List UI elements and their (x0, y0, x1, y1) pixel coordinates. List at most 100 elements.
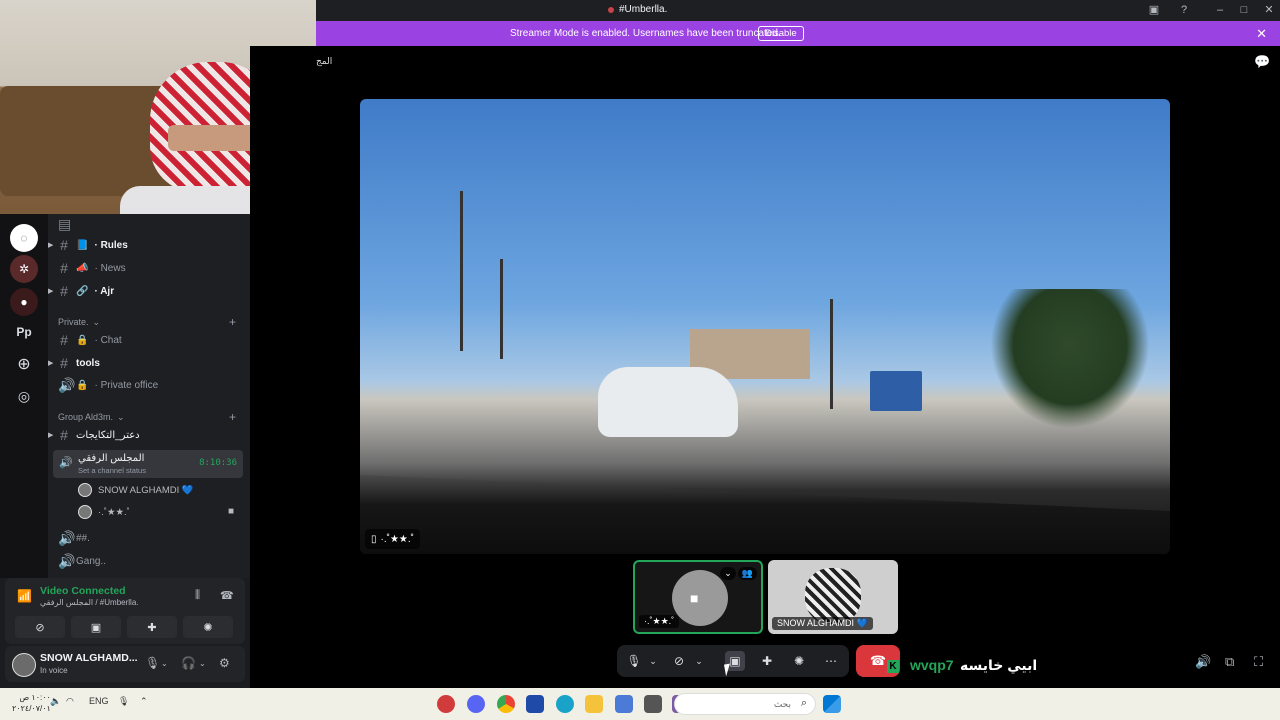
close-icon[interactable]: ✕ (1256, 26, 1267, 42)
fullscreen-icon[interactable]: ⛶ (1254, 654, 1263, 670)
app-icon-1[interactable] (437, 695, 455, 713)
category-private[interactable]: Private. ⌄ (58, 317, 100, 328)
app-icon-8[interactable] (644, 695, 662, 713)
collapse-arrow-icon: ▶ (48, 242, 54, 249)
headset-icon[interactable]: 🎧 (181, 656, 196, 670)
mic-icon[interactable]: 🎙 (145, 656, 160, 670)
add-channel-icon[interactable]: + (229, 410, 236, 424)
chevron-up-icon[interactable]: ⌃ (140, 696, 148, 707)
channel-partial[interactable]: ▤ (58, 214, 71, 234)
add-server-icon[interactable]: ⊕ (10, 350, 38, 378)
camera-off-icon[interactable]: ⊘ (671, 651, 687, 671)
close-window-button[interactable]: ✕ (1261, 3, 1277, 17)
call-controls: 🎙 ⌄ ⊘ ⌄ ▣ ✚ ✺ ⋯ (617, 645, 849, 677)
inbox-icon[interactable]: ▣ (1146, 3, 1162, 17)
minimize-button[interactable]: – (1212, 3, 1228, 17)
clock[interactable]: ١٠:٠٠ ص ٢٠٢٤/٠٧/٠١ (12, 692, 51, 714)
noise-suppression-icon[interactable]: ⫼ (195, 589, 200, 602)
umbrella-icon[interactable]: ✲ (10, 255, 38, 283)
signal-icon: 📶 (17, 589, 32, 603)
voice-user-name: SNOW ALGHAMDI 💙 (98, 484, 194, 496)
discover-icon[interactable]: ◎ (10, 382, 38, 410)
channel-group-text[interactable]: # دعتر_التكايجات (58, 425, 140, 445)
channel-name-text: Rules (100, 239, 128, 251)
speaker-tray-icon[interactable]: 🔈 (50, 696, 61, 707)
gear-icon[interactable]: ⚙ (219, 656, 230, 670)
avatar (805, 568, 861, 624)
disable-streamer-mode-button[interactable]: Disable (758, 26, 804, 41)
disconnect-icon[interactable]: ☎ (220, 589, 234, 602)
channel-rules[interactable]: # 📘 · Rules (58, 235, 128, 255)
voice-user[interactable]: ·.˚★★.˚ (78, 503, 130, 521)
chevron-down-icon[interactable]: ⌄ (693, 651, 705, 671)
channel-name-text: News (100, 262, 126, 274)
discord-icon[interactable] (467, 695, 485, 713)
soundboard-button[interactable]: ✺ (183, 616, 233, 638)
channel-private-office[interactable]: 🔊 🔒 · Private office (58, 375, 158, 395)
chrome-icon[interactable] (497, 695, 515, 713)
channel-name-text: Private office (100, 379, 159, 391)
lock-icon: 🔒 (76, 334, 89, 346)
category-group[interactable]: Group Ald3m. ⌄ (58, 412, 125, 423)
chevron-down-icon[interactable]: ⌄ (720, 567, 736, 580)
mic-tray-icon[interactable]: 🎙 (118, 696, 129, 707)
street-lamp (460, 191, 463, 351)
speaker-icon: 🔊 (59, 457, 73, 469)
stage-partial-text: المج (316, 56, 333, 66)
k-badge: K (887, 660, 899, 673)
wifi-tray-icon[interactable]: ◠ (66, 696, 74, 707)
server-icon-pp[interactable]: Pp (10, 318, 38, 346)
video-palm-tree (990, 289, 1150, 429)
voice-user-name: ·.˚★★.˚ (98, 506, 130, 518)
screen-share-button[interactable]: ▣ (71, 616, 121, 638)
main-video-stream[interactable] (360, 99, 1170, 554)
volume-icon[interactable]: 🔊 (1195, 654, 1211, 670)
channel-chat[interactable]: # 🔒 · Chat (58, 330, 122, 350)
activities-icon[interactable]: ✚ (759, 651, 775, 671)
add-channel-icon[interactable]: + (229, 315, 236, 329)
folder-icon[interactable] (585, 695, 603, 713)
chevron-down-icon[interactable]: ⌄ (199, 659, 206, 668)
maximize-button[interactable]: □ (1236, 3, 1252, 17)
channel-news[interactable]: # 📣 · News (58, 258, 125, 278)
server-icon-1[interactable]: ◌ (10, 224, 38, 252)
taskbar-search[interactable]: بحث ⌕ (674, 693, 816, 715)
channel-voice-2[interactable]: 🔊 Gang.. (58, 551, 106, 571)
channel-tools[interactable]: # tools (58, 353, 100, 373)
participant-tile[interactable]: SNOW ALGHAMDI 💙 (768, 560, 898, 634)
popout-icon[interactable]: ⧉ (1225, 654, 1234, 670)
language-indicator[interactable]: ENG (89, 696, 109, 706)
app-icon-7[interactable] (615, 695, 633, 713)
avatar[interactable] (12, 653, 36, 677)
chat-icon[interactable]: 💬 (1254, 54, 1270, 70)
video-camera-icon: ■ (690, 590, 699, 606)
more-icon[interactable]: ⋯ (823, 651, 839, 671)
channel-name-text: Chat (100, 334, 122, 346)
voice-channel-status[interactable]: Set a channel status (78, 466, 146, 475)
clock-time: ١٠:٠٠ ص (19, 693, 51, 702)
windows-start-icon[interactable] (823, 695, 841, 713)
store-icon[interactable] (526, 695, 544, 713)
chevron-down-icon[interactable]: ⌄ (161, 659, 168, 668)
channel-voice-1[interactable]: 🔊 ##. (58, 528, 90, 548)
activities-button[interactable]: ✚ (127, 616, 177, 638)
search-placeholder: بحث (773, 699, 791, 709)
streamer-mode-banner: Streamer Mode is enabled. Usernames have… (316, 21, 1280, 46)
chevron-down-icon[interactable]: ⌄ (647, 651, 659, 671)
channel-ajr[interactable]: # 🔗 · Ajr (58, 281, 114, 301)
camera-off-button[interactable]: ⊘ (15, 616, 65, 638)
voice-user[interactable]: SNOW ALGHAMDI 💙 (78, 481, 194, 499)
channel-name: Gang.. (76, 555, 107, 567)
server-icon-3[interactable]: ● (10, 288, 38, 316)
voice-location[interactable]: المجلس الرفقي / #Umberlla. (40, 598, 139, 607)
channel-name: · News (94, 263, 125, 274)
participant-tile[interactable]: ■ ⌄ 👥 ·.˚★★.˚ (633, 560, 763, 634)
active-voice-channel[interactable]: 🔊 المجلس الرفقي Set a channel status 8:1… (53, 450, 243, 478)
edge-icon[interactable] (556, 695, 574, 713)
speaker-icon: 🔊 (58, 529, 76, 546)
soundboard-icon[interactable]: ✺ (791, 651, 807, 671)
help-icon[interactable]: ? (1176, 3, 1192, 17)
add-user-icon[interactable]: 👥 (737, 567, 757, 580)
mic-icon[interactable]: 🎙 (626, 651, 641, 671)
hash-icon: # (60, 283, 68, 299)
